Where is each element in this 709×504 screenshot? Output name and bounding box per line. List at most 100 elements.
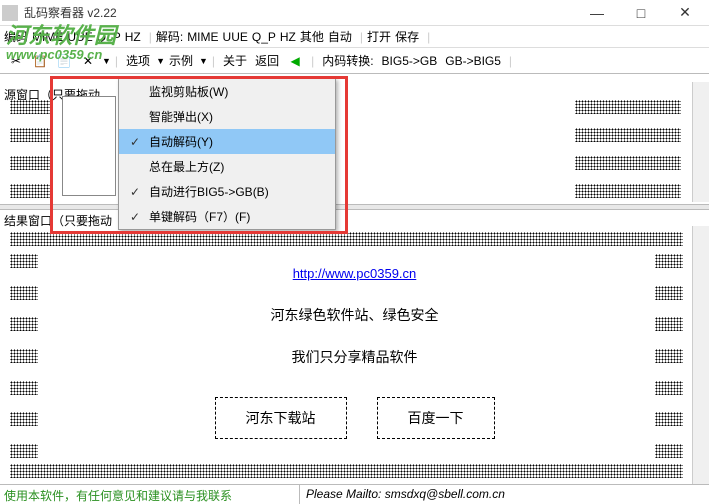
menu-hz[interactable]: HZ (125, 30, 141, 44)
tool-about[interactable]: 关于 (223, 52, 247, 69)
menu-decode-label: 解码: (156, 28, 183, 45)
content-link[interactable]: http://www.pc0359.cn (293, 266, 417, 281)
close-button[interactable]: ✕ (663, 0, 707, 26)
window-controls: — □ ✕ (575, 0, 707, 26)
scrollbar[interactable] (692, 82, 709, 202)
pattern (575, 128, 681, 142)
menu-d-uue[interactable]: UUE (223, 30, 248, 44)
pattern-border-top (10, 232, 683, 246)
pattern (655, 412, 683, 426)
pattern (655, 286, 683, 300)
pattern (10, 444, 38, 458)
menu-label: 单键解码（F7）(F) (145, 208, 329, 225)
separator: | (115, 54, 118, 68)
cut-icon[interactable]: ✂ (7, 52, 25, 70)
separator: | (149, 30, 152, 44)
pattern (575, 184, 681, 198)
pattern (655, 254, 683, 268)
pattern (10, 128, 50, 142)
tool-options[interactable]: 选项 (126, 52, 150, 69)
chevron-down-icon[interactable]: ▼ (102, 56, 111, 66)
pattern-border-bottom (10, 464, 683, 478)
options-dropdown-menu: 监视剪贴板(W) 智能弹出(X) ✓ 自动解码(Y) 总在最上方(Z) ✓ 自动… (118, 78, 336, 230)
pattern (10, 254, 38, 268)
menu-d-auto[interactable]: 自动 (328, 28, 352, 45)
check-icon: ✓ (125, 210, 145, 224)
pattern (10, 286, 38, 300)
menu-item-auto-big5-gb[interactable]: ✓ 自动进行BIG5->GB(B) (119, 179, 335, 204)
minimize-button[interactable]: — (575, 0, 619, 26)
content-text-1: 河东绿色软件站、绿色安全 (271, 305, 439, 325)
menu-label: 智能弹出(X) (145, 108, 329, 125)
pattern (10, 317, 38, 331)
paste-icon[interactable]: 📄 (55, 52, 73, 70)
menu-item-auto-decode[interactable]: ✓ 自动解码(Y) (119, 129, 335, 154)
menu-d-other[interactable]: 其他 (300, 28, 324, 45)
menubar: 编码 MIME UUE Q_P HZ | 解码: MIME UUE Q_P HZ… (0, 26, 709, 48)
result-label: 结果窗口（只要拖动 (4, 212, 112, 229)
splitter[interactable] (0, 204, 709, 210)
toolbar: ✂ 📋 📄 ✕ ▼ | 选项 ▼ 示例 ▼ | 关于 返回 ◀ | 内码转换: BI… (0, 48, 709, 74)
menu-d-qp[interactable]: Q_P (252, 30, 276, 44)
scrollbar[interactable] (692, 226, 709, 484)
menu-item-smart-popup[interactable]: 智能弹出(X) (119, 104, 335, 129)
menu-label: 总在最上方(Z) (145, 158, 329, 175)
pattern (575, 100, 681, 114)
menu-uue[interactable]: UUE (67, 30, 92, 44)
tool-gb-big5[interactable]: GB->BIG5 (445, 54, 501, 68)
copy-icon[interactable]: 📋 (31, 52, 49, 70)
separator: | (360, 30, 363, 44)
tool-big5-gb[interactable]: BIG5->GB (382, 54, 438, 68)
pattern (10, 156, 50, 170)
titlebar: 乱码察看器 v2.22 — □ ✕ (0, 0, 709, 26)
separator: | (212, 54, 215, 68)
button-row: 河东下载站 百度一下 (215, 397, 495, 439)
pattern (10, 349, 38, 363)
download-button[interactable]: 河东下载站 (215, 397, 347, 439)
pattern (10, 184, 50, 198)
statusbar: 使用本软件，有任何意见和建议请与我联系 Please Mailto: smsdx… (0, 484, 709, 504)
pattern (655, 349, 683, 363)
menu-qp[interactable]: Q_P (97, 30, 121, 44)
pattern (10, 381, 38, 395)
chevron-down-icon[interactable]: ▼ (156, 56, 165, 66)
pattern (655, 381, 683, 395)
pattern-border-right (655, 254, 683, 458)
content-text-2: 我们只分享精品软件 (292, 347, 418, 367)
menu-save[interactable]: 保存 (395, 28, 419, 45)
pattern (655, 317, 683, 331)
status-right: Please Mailto: smsdxq@sbell.com.cn (300, 485, 709, 504)
menu-mime[interactable]: MIME (32, 30, 63, 44)
chevron-down-icon[interactable]: ▼ (199, 56, 208, 66)
check-icon: ✓ (125, 135, 145, 149)
separator: | (311, 54, 314, 68)
maximize-button[interactable]: □ (619, 0, 663, 26)
pattern (655, 444, 683, 458)
pattern-border-left (10, 254, 38, 458)
baidu-button[interactable]: 百度一下 (377, 397, 495, 439)
tool-example[interactable]: 示例 (169, 52, 193, 69)
separator: | (509, 54, 512, 68)
menu-label: 自动进行BIG5->GB(B) (145, 183, 329, 200)
tool-back[interactable]: 返回 (255, 52, 279, 69)
pattern (575, 156, 681, 170)
back-icon[interactable]: ◀ (286, 52, 304, 70)
menu-encode[interactable]: 编码 (4, 28, 28, 45)
tool-convert-label: 内码转换: (322, 52, 373, 69)
separator: | (427, 30, 430, 44)
app-icon (2, 5, 18, 21)
source-textarea[interactable] (62, 96, 116, 196)
pattern (10, 100, 50, 114)
menu-d-hz[interactable]: HZ (280, 30, 296, 44)
menu-item-always-top[interactable]: 总在最上方(Z) (119, 154, 335, 179)
menu-label: 监视剪贴板(W) (145, 83, 329, 100)
menu-item-single-key-decode[interactable]: ✓ 单键解码（F7）(F) (119, 204, 335, 229)
menu-item-watch-clipboard[interactable]: 监视剪贴板(W) (119, 79, 335, 104)
delete-icon[interactable]: ✕ (79, 52, 97, 70)
menu-open[interactable]: 打开 (367, 28, 391, 45)
pattern (10, 412, 38, 426)
menu-label: 自动解码(Y) (145, 133, 329, 150)
menu-d-mime[interactable]: MIME (187, 30, 218, 44)
status-left: 使用本软件，有任何意见和建议请与我联系 (0, 485, 300, 504)
check-icon: ✓ (125, 185, 145, 199)
